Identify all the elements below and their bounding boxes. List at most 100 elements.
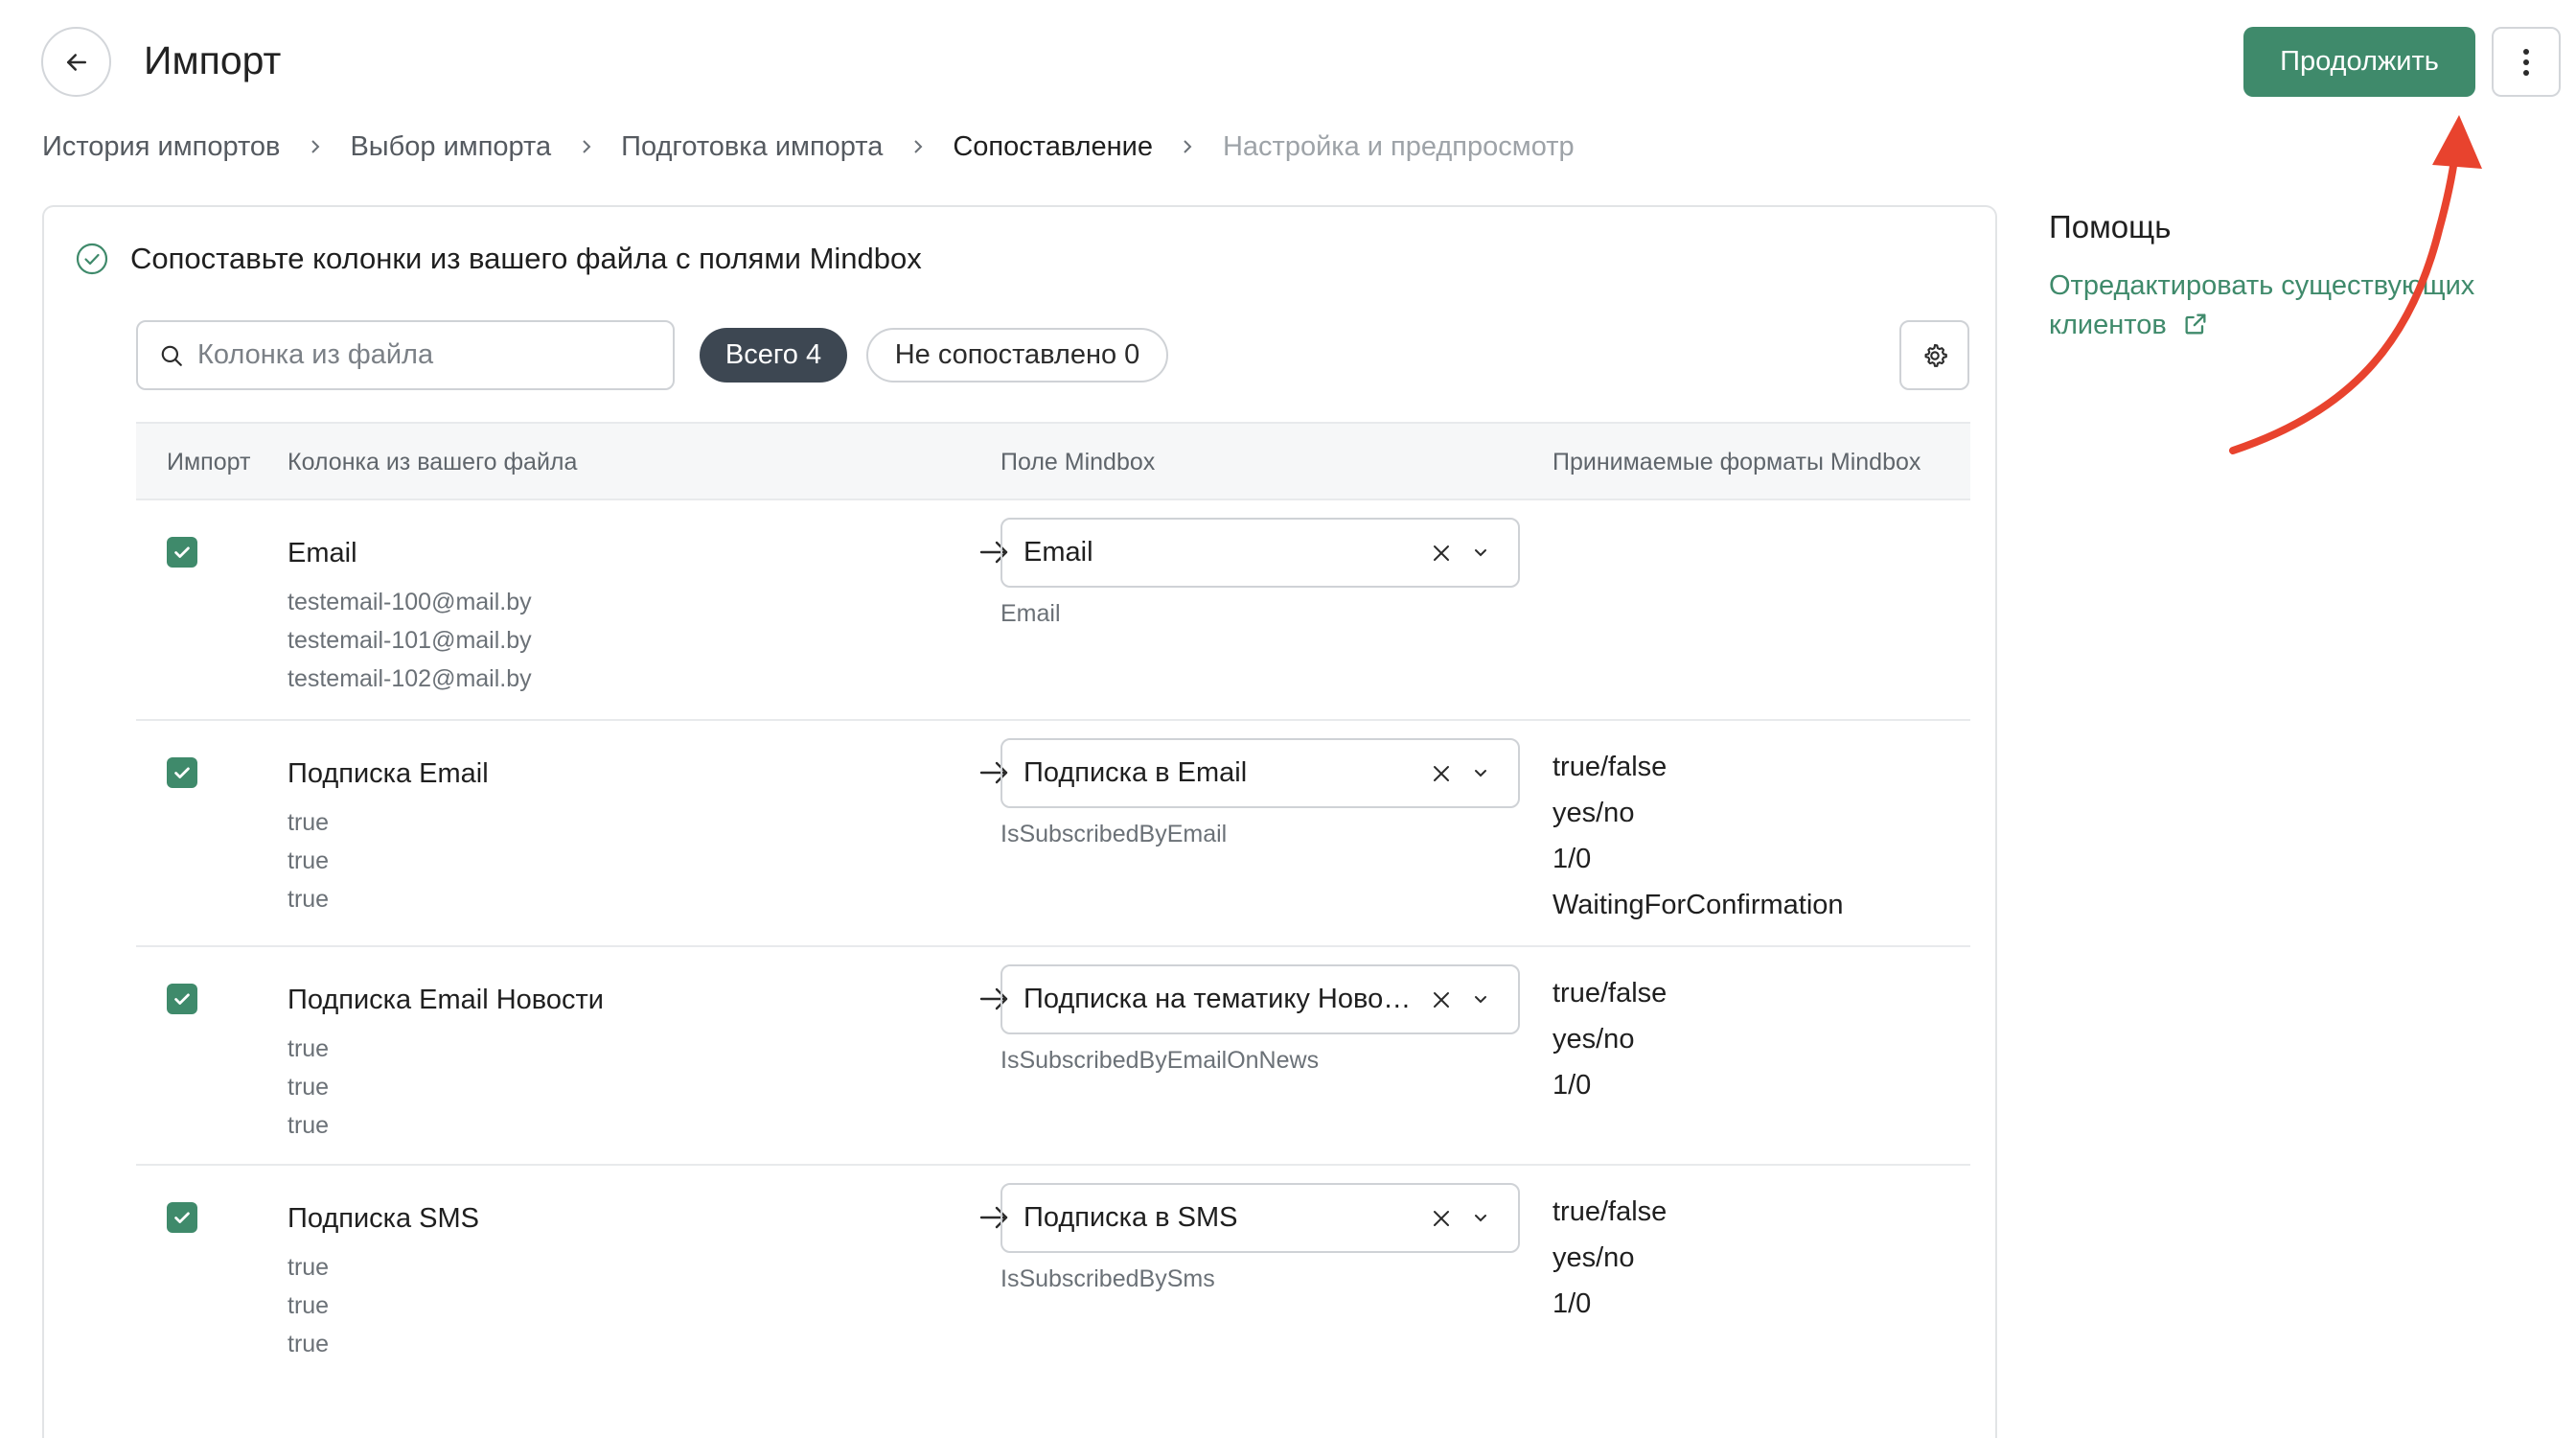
column-search[interactable] — [136, 320, 675, 390]
continue-button[interactable]: Продолжить — [2243, 27, 2475, 97]
column-header-file-column: Колонка из вашего файла — [288, 449, 578, 475]
format-value: yes/no — [1552, 1242, 1635, 1273]
accepted-formats: true/false yes/no 1/0 — [1552, 970, 1667, 1108]
search-icon — [161, 345, 182, 366]
import-checkbox[interactable] — [167, 757, 197, 788]
column-header-formats: Принимаемые форматы Mindbox — [1552, 449, 1921, 475]
help-link-edit-clients[interactable]: Отредактировать существующих клиентов — [2049, 267, 2528, 345]
breadcrumb-item-mapping: Сопоставление — [953, 130, 1153, 162]
checkmark-icon — [174, 1212, 190, 1223]
page-title: Импорт — [144, 38, 282, 82]
breadcrumb: История импортов Выбор импорта Подготовк… — [42, 128, 1575, 166]
close-icon[interactable] — [1431, 989, 1452, 1010]
chevron-right-icon — [1153, 137, 1223, 156]
sample-value: true — [288, 1035, 330, 1062]
table-header: Импорт Колонка из вашего файла Поле Mind… — [136, 422, 1970, 500]
column-header-mindbox-field: Поле Mindbox — [1000, 449, 1156, 475]
chevron-right-icon — [883, 137, 953, 156]
sample-values: true true true — [288, 1248, 329, 1363]
format-value: 1/0 — [1552, 844, 1592, 874]
sample-values: true true true — [288, 803, 329, 918]
chevron-down-icon[interactable] — [1472, 1212, 1489, 1225]
breadcrumb-item-prepare-import[interactable]: Подготовка импорта — [621, 131, 883, 163]
sample-value: true — [288, 1074, 330, 1101]
field-system-name: Email — [1000, 600, 1061, 627]
breadcrumb-item-select-import[interactable]: Выбор импорта — [350, 131, 551, 163]
file-column-name: Подписка SMS — [288, 1203, 480, 1234]
chevron-down-icon[interactable] — [1472, 993, 1489, 1007]
card-title: Сопоставьте колонки из вашего файла с по… — [130, 242, 922, 275]
checkmark-icon — [174, 546, 190, 558]
search-input[interactable] — [197, 339, 619, 371]
table-settings-button[interactable] — [1899, 320, 1969, 390]
selected-field: Подписка на тематику Новости — [1024, 984, 1416, 1014]
sample-value: true — [288, 809, 330, 836]
mindbox-field-select[interactable]: Подписка в SMS — [1000, 1183, 1520, 1253]
sample-value: true — [288, 1254, 330, 1281]
sample-value: testemail-100@mail.by — [288, 589, 532, 615]
mapping-card: Сопоставьте колонки из вашего файла с по… — [42, 205, 1997, 1438]
mindbox-field-select[interactable]: Подписка на тематику Новости — [1000, 964, 1520, 1034]
sample-value: true — [288, 1112, 330, 1139]
external-link-icon — [2185, 313, 2206, 335]
accepted-formats: true/false yes/no 1/0 WaitingForConfirma… — [1552, 744, 1844, 928]
close-icon[interactable] — [1431, 543, 1452, 564]
arrow-left-icon — [66, 53, 86, 71]
import-checkbox[interactable] — [167, 1202, 197, 1233]
breadcrumb-item-settings-preview: Настройка и предпросмотр — [1222, 130, 1575, 162]
chevron-down-icon[interactable] — [1472, 546, 1489, 560]
close-icon[interactable] — [1431, 1208, 1452, 1229]
filter-chip-unmatched[interactable]: Не сопоставлено 0 — [866, 328, 1168, 383]
sample-value: true — [288, 1331, 330, 1357]
format-value: yes/no — [1552, 798, 1635, 828]
help-link-label: Отредактировать существующих клиентов — [2049, 270, 2475, 340]
field-system-name: IsSubscribedByEmail — [1000, 821, 1228, 847]
sample-values: true true true — [288, 1030, 329, 1145]
more-vertical-icon — [2523, 48, 2529, 76]
checkmark-icon — [174, 993, 190, 1005]
import-checkbox[interactable] — [167, 537, 197, 568]
gear-icon — [1924, 343, 1947, 367]
card-header: Сопоставьте колонки из вашего файла с по… — [75, 240, 922, 278]
table-row: Подписка SMS true true true Подписка в S… — [136, 1166, 1970, 1386]
sample-value: true — [288, 847, 330, 874]
sample-value: testemail-102@mail.by — [288, 665, 532, 692]
selected-field: Подписка в Email — [1024, 757, 1248, 788]
more-options-button[interactable] — [2492, 27, 2561, 97]
back-button[interactable] — [41, 27, 111, 97]
help-title: Помощь — [2049, 209, 2172, 244]
field-system-name: IsSubscribedByEmailOnNews — [1000, 1047, 1320, 1074]
accepted-formats: true/false yes/no 1/0 — [1552, 1189, 1667, 1327]
import-checkbox[interactable] — [167, 984, 197, 1014]
format-value: true/false — [1552, 1196, 1668, 1227]
table-row: Подписка Email Новости true true true По… — [136, 947, 1970, 1166]
mindbox-field-select[interactable]: Подписка в Email — [1000, 738, 1520, 808]
check-circle-icon — [76, 243, 108, 275]
file-column-name: Email — [288, 538, 357, 568]
selected-field: Email — [1024, 537, 1093, 568]
format-value: true/false — [1552, 978, 1668, 1009]
checkmark-icon — [174, 767, 190, 778]
chevron-right-icon — [280, 137, 350, 156]
column-header-import: Импорт — [167, 449, 251, 475]
sample-value: testemail-101@mail.by — [288, 627, 532, 654]
filter-chip-all[interactable]: Всего 4 — [700, 328, 847, 383]
field-system-name: IsSubscribedBySms — [1000, 1265, 1215, 1292]
sample-value: true — [288, 1292, 330, 1319]
chevron-down-icon[interactable] — [1472, 767, 1489, 780]
close-icon[interactable] — [1431, 763, 1452, 784]
sample-values: testemail-100@mail.by testemail-101@mail… — [288, 583, 532, 698]
selected-field: Подписка в SMS — [1024, 1202, 1238, 1233]
file-column-name: Подписка Email Новости — [288, 985, 605, 1015]
format-value: true/false — [1552, 752, 1668, 782]
mindbox-field-select[interactable]: Email — [1000, 518, 1520, 588]
format-value: WaitingForConfirmation — [1552, 890, 1844, 920]
table-row: Подписка Email true true true Подписка в… — [136, 721, 1970, 947]
sample-value: true — [288, 886, 330, 913]
format-value: 1/0 — [1552, 1288, 1592, 1319]
breadcrumb-item-import-history[interactable]: История импортов — [42, 131, 280, 163]
format-value: yes/no — [1552, 1024, 1635, 1055]
chevron-right-icon — [551, 137, 621, 156]
format-value: 1/0 — [1552, 1070, 1592, 1101]
table-row: Email testemail-100@mail.by testemail-10… — [136, 500, 1970, 721]
